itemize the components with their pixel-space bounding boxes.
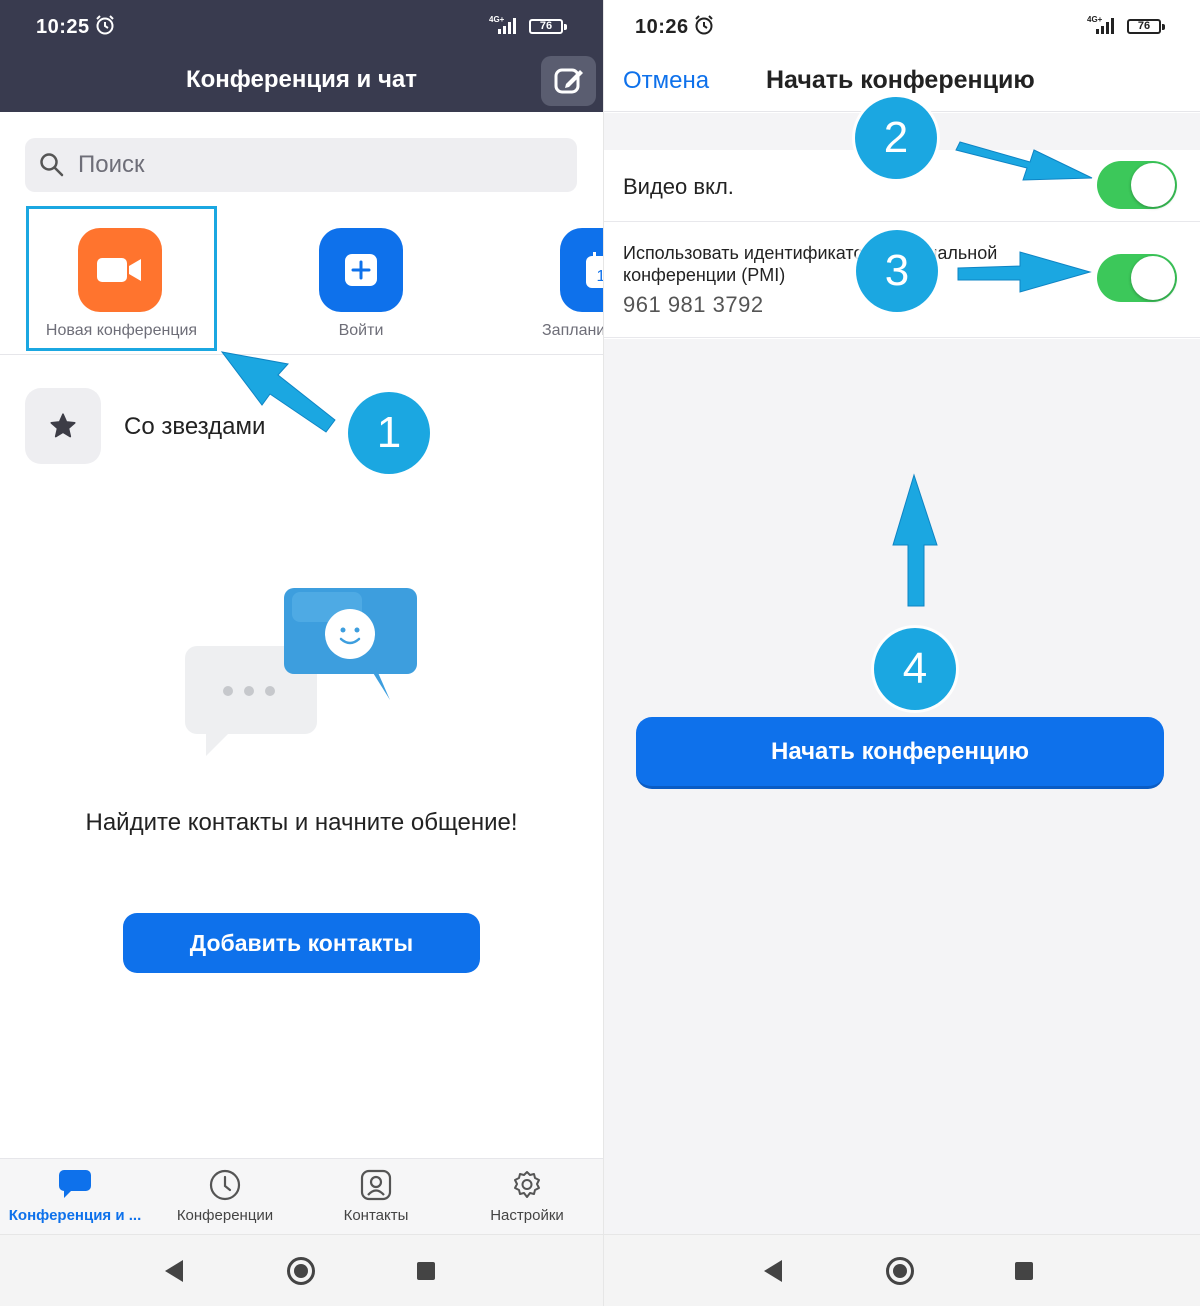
tab-meetings[interactable]: Конференции bbox=[150, 1159, 300, 1235]
system-nav-bar bbox=[604, 1234, 1200, 1306]
toggle-knob bbox=[1131, 256, 1175, 300]
compose-button[interactable] bbox=[541, 56, 596, 106]
schedule-button[interactable]: 1 bbox=[560, 228, 603, 312]
tab-label: Конференции bbox=[176, 1207, 274, 1224]
status-time: 10:25 bbox=[36, 16, 90, 38]
tab-label: Контакты bbox=[343, 1207, 409, 1224]
step-badge-1: 1 bbox=[348, 392, 430, 474]
pmi-option-label: Использовать идентификатор персональной … bbox=[623, 243, 998, 285]
signal-icon bbox=[1094, 15, 1118, 40]
home-icon[interactable] bbox=[886, 1257, 914, 1285]
back-icon[interactable] bbox=[764, 1260, 782, 1282]
video-option-label: Видео вкл. bbox=[623, 174, 734, 199]
step-badge-3: 3 bbox=[856, 230, 938, 312]
bottom-tab-bar: Конференция и ... Конференции Контакты Н… bbox=[0, 1158, 603, 1234]
search-input[interactable]: Поиск bbox=[25, 138, 577, 192]
starred-button[interactable] bbox=[25, 388, 101, 464]
start-meeting-button[interactable]: Начать конференцию bbox=[636, 717, 1164, 789]
app-header: Конференция и чат bbox=[0, 56, 603, 112]
system-nav-bar bbox=[0, 1234, 603, 1306]
cancel-button[interactable]: Отмена bbox=[623, 67, 709, 95]
page-title: Начать конференцию bbox=[766, 66, 1035, 94]
contact-icon bbox=[360, 1169, 392, 1206]
tab-settings[interactable]: Настройки bbox=[452, 1159, 602, 1235]
tab-label: Настройки bbox=[490, 1207, 564, 1224]
back-icon[interactable] bbox=[165, 1260, 183, 1282]
chat-illustration bbox=[185, 588, 417, 756]
chat-screen: 10:25 4G+ 76 Конференция и чат Поиск Нов… bbox=[0, 0, 603, 1306]
pmi-toggle[interactable] bbox=[1097, 254, 1177, 302]
tab-label: Конференция и ... bbox=[8, 1207, 142, 1224]
pmi-value: 961 981 3792 bbox=[623, 292, 764, 317]
recent-apps-icon[interactable] bbox=[417, 1262, 435, 1280]
recent-apps-icon[interactable] bbox=[1015, 1262, 1033, 1280]
tab-meet-chat[interactable]: Конференция и ... bbox=[0, 1159, 150, 1235]
step-badge-4: 4 bbox=[874, 628, 956, 710]
battery-indicator: 76 bbox=[529, 19, 567, 34]
join-button[interactable] bbox=[319, 228, 403, 312]
battery-indicator: 76 bbox=[1127, 19, 1165, 34]
step-badge-2: 2 bbox=[855, 97, 937, 179]
chat-bubble-icon bbox=[58, 1169, 92, 1204]
plus-icon bbox=[345, 254, 377, 286]
status-bar: 10:25 4G+ 76 bbox=[0, 0, 603, 56]
gear-icon bbox=[511, 1169, 543, 1206]
compose-icon bbox=[554, 68, 583, 94]
add-contacts-button[interactable]: Добавить контакты bbox=[123, 913, 480, 973]
highlight-frame bbox=[26, 206, 217, 351]
star-icon bbox=[50, 413, 76, 438]
alarm-icon bbox=[693, 14, 715, 41]
home-icon[interactable] bbox=[287, 1257, 315, 1285]
search-icon bbox=[39, 152, 65, 183]
signal-icon bbox=[496, 15, 520, 40]
tab-contacts[interactable]: Контакты bbox=[301, 1159, 451, 1235]
alarm-icon bbox=[94, 14, 116, 41]
content-background: Начать конференцию bbox=[604, 339, 1200, 1234]
join-label: Войти bbox=[338, 322, 384, 339]
clock-icon bbox=[209, 1169, 241, 1206]
empty-state-message: Найдите контакты и начните общение! bbox=[85, 809, 518, 836]
app-header: 10:26 4G+ 76 Отмена Начать конференцию bbox=[604, 0, 1200, 112]
starred-label[interactable]: Со звездами bbox=[124, 413, 265, 441]
status-time: 10:26 bbox=[635, 16, 689, 38]
video-toggle[interactable] bbox=[1097, 161, 1177, 209]
calendar-icon: 1 bbox=[586, 252, 603, 288]
page-title: Конференция и чат bbox=[186, 66, 417, 93]
search-placeholder: Поиск bbox=[78, 151, 145, 178]
toggle-knob bbox=[1131, 163, 1175, 207]
divider bbox=[0, 354, 603, 355]
schedule-label: Запланировать bbox=[542, 322, 603, 339]
